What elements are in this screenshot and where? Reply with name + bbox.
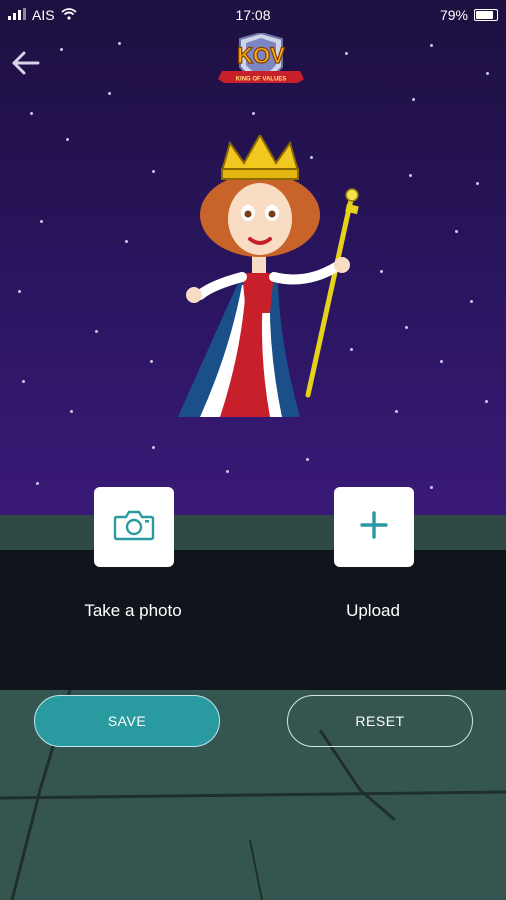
back-button[interactable] <box>8 46 44 80</box>
save-button[interactable]: SAVE <box>34 695 220 747</box>
take-photo-button[interactable] <box>94 487 174 567</box>
logo-text: KOV <box>237 43 285 68</box>
upload-label: Upload <box>346 601 400 620</box>
kov-logo: KOV KING OF VALUES <box>218 31 304 95</box>
queen-character <box>160 132 360 435</box>
battery-percent: 79% <box>439 7 468 23</box>
arrow-left-icon <box>8 51 44 84</box>
logo-tagline: KING OF VALUES <box>236 77 287 83</box>
take-photo-label: Take a photo <box>84 601 182 620</box>
wall-ledge <box>0 515 506 550</box>
battery-icon <box>474 9 498 21</box>
plus-icon <box>360 510 388 544</box>
status-time: 17:08 <box>235 7 271 23</box>
status-bar: AIS 17:08 79% <box>0 0 506 30</box>
upload-button[interactable] <box>334 487 414 567</box>
reset-button[interactable]: RESET <box>287 695 473 747</box>
camera-icon <box>113 509 155 546</box>
